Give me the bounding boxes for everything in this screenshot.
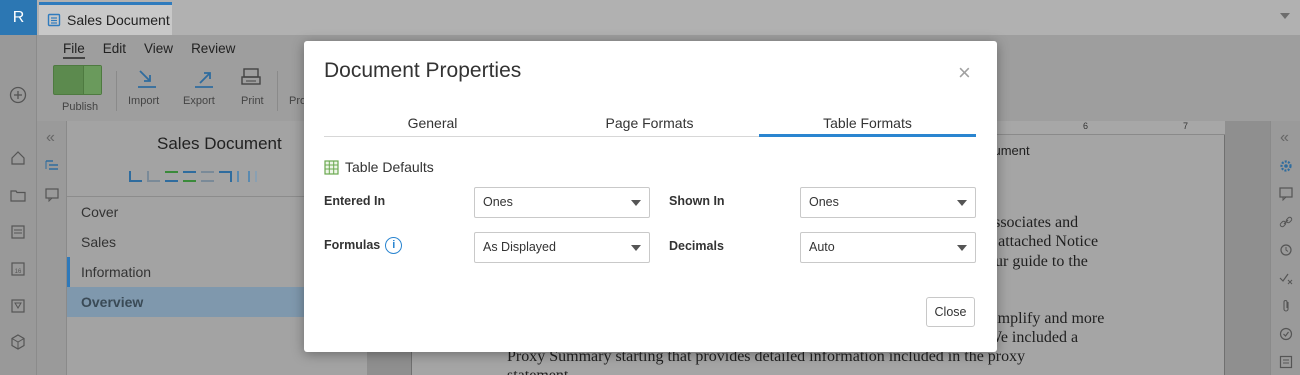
formulas-value: As Displayed xyxy=(483,240,556,254)
print-label[interactable]: Print xyxy=(241,95,264,107)
calendar-icon[interactable]: 16 xyxy=(9,260,27,278)
info-icon[interactable]: i xyxy=(385,237,403,254)
document-properties-dialog: Document Properties × General Page Forma… xyxy=(304,41,997,352)
entered-in-select[interactable]: Ones xyxy=(474,187,650,218)
body-line: simplify and more xyxy=(987,310,1105,327)
export-label[interactable]: Export xyxy=(183,95,215,107)
tab-general[interactable]: General xyxy=(324,112,541,137)
menu-bar: File Edit View Review xyxy=(63,41,235,59)
folder-icon[interactable] xyxy=(9,186,27,204)
print-icon[interactable] xyxy=(240,67,262,89)
move-right-icon[interactable] xyxy=(219,171,232,182)
divider xyxy=(277,71,278,111)
check-circle-icon[interactable] xyxy=(1279,327,1293,341)
document-tab[interactable]: Sales Document xyxy=(39,2,172,35)
menu-file[interactable]: File xyxy=(63,41,85,59)
check-x-icon[interactable] xyxy=(1279,271,1293,285)
chevron-down-icon xyxy=(957,200,967,206)
ruler-mark-6: 6 xyxy=(1083,121,1089,131)
app-logo[interactable]: R xyxy=(0,0,37,35)
import-icon[interactable] xyxy=(135,67,159,91)
body-line: our guide to the xyxy=(987,253,1088,270)
notes-icon[interactable] xyxy=(1279,355,1293,369)
decimals-value: Auto xyxy=(809,240,835,254)
decimals-label: Decimals xyxy=(669,239,724,253)
move-icon[interactable] xyxy=(201,171,214,182)
top-bar: R Sales Document xyxy=(0,0,1300,35)
entered-in-value: Ones xyxy=(483,195,513,209)
import-label[interactable]: Import xyxy=(128,95,159,107)
divider xyxy=(116,71,117,111)
dialog-title: Document Properties xyxy=(324,59,522,82)
attachment-icon[interactable] xyxy=(1279,299,1293,313)
chevron-down-icon xyxy=(631,245,641,251)
history-icon[interactable] xyxy=(1279,243,1293,257)
decimals-select[interactable]: Auto xyxy=(800,232,976,263)
ruler-mark-7: 7 xyxy=(1183,121,1189,131)
left-rail: 16 xyxy=(0,35,37,375)
body-line: e attached Notice xyxy=(987,233,1099,250)
outline-strip: « xyxy=(37,121,67,375)
section-table-defaults: Table Defaults xyxy=(324,159,434,175)
document-icon xyxy=(47,13,61,27)
add-above-icon[interactable] xyxy=(165,171,178,182)
outline-icon[interactable] xyxy=(45,159,59,173)
chevron-down-icon xyxy=(957,245,967,251)
publish-dropdown[interactable] xyxy=(83,66,101,94)
comment-icon[interactable] xyxy=(1279,187,1293,201)
collapse-icon[interactable] xyxy=(255,171,268,182)
dialog-tabs: General Page Formats Table Formats xyxy=(324,112,976,137)
comment-icon[interactable] xyxy=(45,188,59,202)
right-rail: « xyxy=(1270,121,1300,375)
outline-toolbar xyxy=(129,171,268,182)
close-icon[interactable]: × xyxy=(958,62,971,84)
body-line: statement xyxy=(507,367,568,375)
menu-edit[interactable]: Edit xyxy=(103,41,126,59)
document-tab-label: Sales Document xyxy=(67,12,170,28)
formulas-select[interactable]: As Displayed xyxy=(474,232,650,263)
chevron-down-icon[interactable] xyxy=(1280,13,1290,19)
publish-label: Publish xyxy=(62,101,99,113)
expand-icon[interactable] xyxy=(237,171,250,182)
tab-table-formats[interactable]: Table Formats xyxy=(759,112,976,137)
gear-icon[interactable] xyxy=(1279,159,1293,173)
section-title: Table Defaults xyxy=(345,159,434,175)
close-button[interactable]: Close xyxy=(926,297,975,327)
table-icon xyxy=(324,159,339,175)
collapse-left-icon[interactable]: « xyxy=(46,129,55,147)
filter-icon[interactable] xyxy=(9,297,27,315)
shown-in-select[interactable]: Ones xyxy=(800,187,976,218)
collapse-right-icon[interactable]: « xyxy=(1280,129,1289,147)
add-circle-icon[interactable] xyxy=(9,86,27,104)
shown-in-value: Ones xyxy=(809,195,839,209)
menu-view[interactable]: View xyxy=(144,41,173,59)
formulas-label: Formulas xyxy=(324,237,381,252)
outdent-icon[interactable] xyxy=(147,171,160,182)
link-icon[interactable] xyxy=(1279,215,1293,229)
tab-page-formats[interactable]: Page Formats xyxy=(541,112,758,137)
svg-text:16: 16 xyxy=(15,269,22,275)
outline-title: Sales Document xyxy=(157,134,282,153)
body-line: We included a xyxy=(987,329,1079,346)
entered-in-label: Entered In xyxy=(324,194,386,208)
add-below-icon[interactable] xyxy=(183,171,196,182)
publish-button[interactable] xyxy=(53,65,102,95)
home-icon[interactable] xyxy=(9,149,27,167)
menu-review[interactable]: Review xyxy=(191,41,235,59)
export-icon[interactable] xyxy=(192,67,216,91)
indent-icon[interactable] xyxy=(129,171,142,182)
shown-in-label: Shown In xyxy=(669,194,725,208)
formulas-label-group: Formulas i xyxy=(324,237,403,254)
cube-icon[interactable] xyxy=(9,333,27,351)
chevron-down-icon xyxy=(631,200,641,206)
list-icon[interactable] xyxy=(9,223,27,241)
body-line: associates and xyxy=(987,214,1079,231)
